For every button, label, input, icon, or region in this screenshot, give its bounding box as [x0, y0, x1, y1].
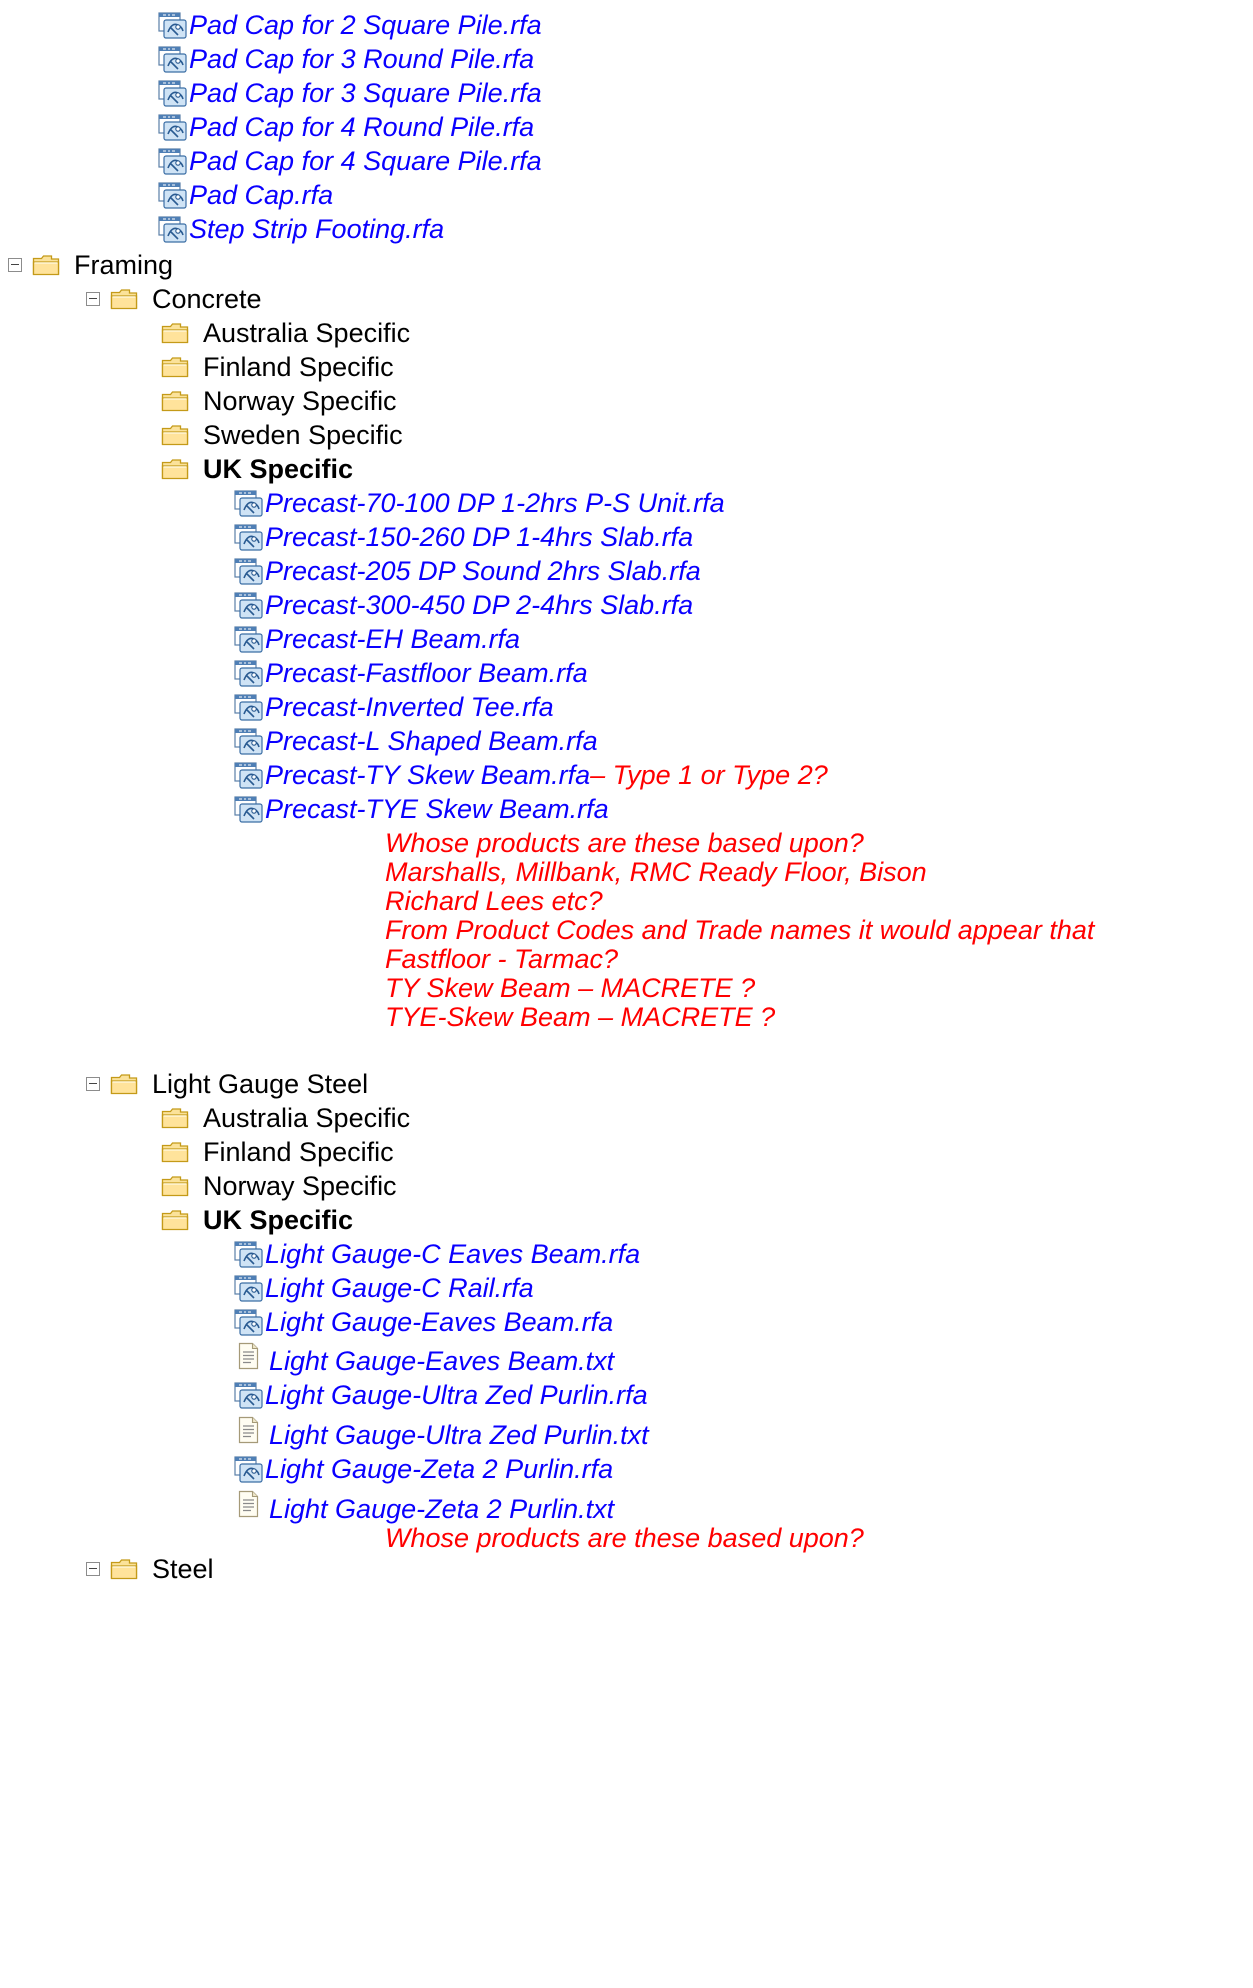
- folder-label[interactable]: Finland Specific: [203, 352, 394, 383]
- folder-label[interactable]: Finland Specific: [203, 1137, 394, 1168]
- revit-family-icon: [234, 490, 263, 517]
- revit-family-icon: [158, 114, 187, 141]
- file-link[interactable]: Precast-Inverted Tee.rfa: [265, 692, 554, 723]
- file-link[interactable]: Pad Cap for 3 Square Pile.rfa: [189, 78, 542, 109]
- folder-icon: [161, 1141, 189, 1163]
- folder-label[interactable]: UK Specific: [203, 1205, 353, 1236]
- file-link[interactable]: Pad Cap for 4 Square Pile.rfa: [189, 146, 542, 177]
- file-link[interactable]: Step Strip Footing.rfa: [189, 214, 444, 245]
- file-row[interactable]: Step Strip Footing.rfa: [158, 208, 444, 250]
- revit-family-icon: [234, 524, 263, 551]
- revit-family-icon: [234, 1241, 263, 1268]
- file-link[interactable]: Precast-TY Skew Beam.rfa: [265, 760, 590, 791]
- file-link[interactable]: Light Gauge-Zeta 2 Purlin.rfa: [265, 1454, 613, 1485]
- file-link[interactable]: Precast-TYE Skew Beam.rfa: [265, 794, 609, 825]
- folder-icon: [161, 424, 189, 446]
- revit-family-icon: [234, 558, 263, 585]
- file-link[interactable]: Light Gauge-Ultra Zed Purlin.rfa: [265, 1380, 648, 1411]
- revit-family-icon: [234, 1382, 263, 1409]
- folder-label[interactable]: Light Gauge Steel: [152, 1069, 368, 1100]
- folder-label[interactable]: Framing: [74, 250, 173, 281]
- file-link[interactable]: Pad Cap for 4 Round Pile.rfa: [189, 112, 534, 143]
- file-link[interactable]: Pad Cap for 3 Round Pile.rfa: [189, 44, 534, 75]
- text-file-icon: [238, 1342, 259, 1370]
- revit-family-icon: [158, 80, 187, 107]
- file-link[interactable]: Light Gauge-Eaves Beam.rfa: [265, 1307, 613, 1338]
- collapse-toggle-icon[interactable]: [86, 1562, 100, 1576]
- folder-label[interactable]: Steel: [152, 1554, 214, 1585]
- file-link[interactable]: Light Gauge-C Rail.rfa: [265, 1273, 534, 1304]
- annotation-note: Whose products are these based upon?: [385, 1522, 864, 1553]
- file-row[interactable]: Light Gauge-Eaves Beam.rfa: [234, 1301, 613, 1343]
- file-link[interactable]: Light Gauge-Ultra Zed Purlin.txt: [269, 1420, 649, 1451]
- revit-family-icon: [234, 626, 263, 653]
- file-row[interactable]: Light Gauge-Ultra Zed Purlin.rfa: [234, 1374, 648, 1416]
- text-file-icon: [238, 1416, 259, 1444]
- revit-family-icon: [158, 148, 187, 175]
- folder-icon: [161, 458, 189, 480]
- file-row[interactable]: Light Gauge-Zeta 2 Purlin.rfa: [234, 1448, 613, 1490]
- file-link[interactable]: Light Gauge-Eaves Beam.txt: [269, 1346, 614, 1377]
- folder-icon: [161, 1209, 189, 1231]
- folder-icon: [110, 1558, 138, 1580]
- revit-family-icon: [158, 216, 187, 243]
- folder-icon: [161, 1107, 189, 1129]
- file-link[interactable]: Precast-150-260 DP 1-4hrs Slab.rfa: [265, 522, 693, 553]
- folder-icon: [161, 390, 189, 412]
- file-link[interactable]: Precast-205 DP Sound 2hrs Slab.rfa: [265, 556, 701, 587]
- revit-family-icon: [234, 796, 263, 823]
- revit-family-icon: [158, 12, 187, 39]
- file-link[interactable]: Precast-70-100 DP 1-2hrs P-S Unit.rfa: [265, 488, 725, 519]
- revit-family-icon: [158, 46, 187, 73]
- annotation-note: TYE-Skew Beam – MACRETE ?: [385, 1001, 776, 1032]
- file-link[interactable]: Precast-EH Beam.rfa: [265, 624, 520, 655]
- folder-icon: [161, 322, 189, 344]
- tree-node-steel[interactable]: Steel: [86, 1548, 214, 1590]
- folder-label[interactable]: Norway Specific: [203, 386, 397, 417]
- collapse-toggle-icon[interactable]: [8, 258, 22, 272]
- folder-icon: [161, 1175, 189, 1197]
- folder-label[interactable]: UK Specific: [203, 454, 353, 485]
- file-link[interactable]: Pad Cap for 2 Square Pile.rfa: [189, 10, 542, 41]
- revit-family-icon: [158, 182, 187, 209]
- file-link[interactable]: Precast-L Shaped Beam.rfa: [265, 726, 598, 757]
- revit-family-icon: [234, 762, 263, 789]
- revit-family-icon: [234, 592, 263, 619]
- file-link[interactable]: Light Gauge-C Eaves Beam.rfa: [265, 1239, 640, 1270]
- annotation-note: – Type 1 or Type 2?: [590, 759, 828, 790]
- folder-label[interactable]: Concrete: [152, 284, 262, 315]
- revit-family-icon: [234, 694, 263, 721]
- folder-label[interactable]: Australia Specific: [203, 1103, 410, 1134]
- folder-label[interactable]: Australia Specific: [203, 318, 410, 349]
- revit-family-icon: [234, 1275, 263, 1302]
- folder-label[interactable]: Norway Specific: [203, 1171, 397, 1202]
- file-link[interactable]: Precast-300-450 DP 2-4hrs Slab.rfa: [265, 590, 693, 621]
- folder-icon: [110, 288, 138, 310]
- collapse-toggle-icon[interactable]: [86, 292, 100, 306]
- text-file-icon: [238, 1490, 259, 1518]
- file-link[interactable]: Precast-Fastfloor Beam.rfa: [265, 658, 588, 689]
- revit-family-icon: [234, 1309, 263, 1336]
- revit-family-icon: [234, 660, 263, 687]
- folder-icon: [161, 356, 189, 378]
- collapse-toggle-icon[interactable]: [86, 1077, 100, 1091]
- revit-family-icon: [234, 728, 263, 755]
- revit-family-icon: [234, 1456, 263, 1483]
- folder-icon: [110, 1073, 138, 1095]
- file-link[interactable]: Pad Cap.rfa: [189, 180, 333, 211]
- folder-label[interactable]: Sweden Specific: [203, 420, 403, 451]
- file-row[interactable]: Precast-TYE Skew Beam.rfa: [234, 788, 609, 830]
- folder-icon: [32, 254, 60, 276]
